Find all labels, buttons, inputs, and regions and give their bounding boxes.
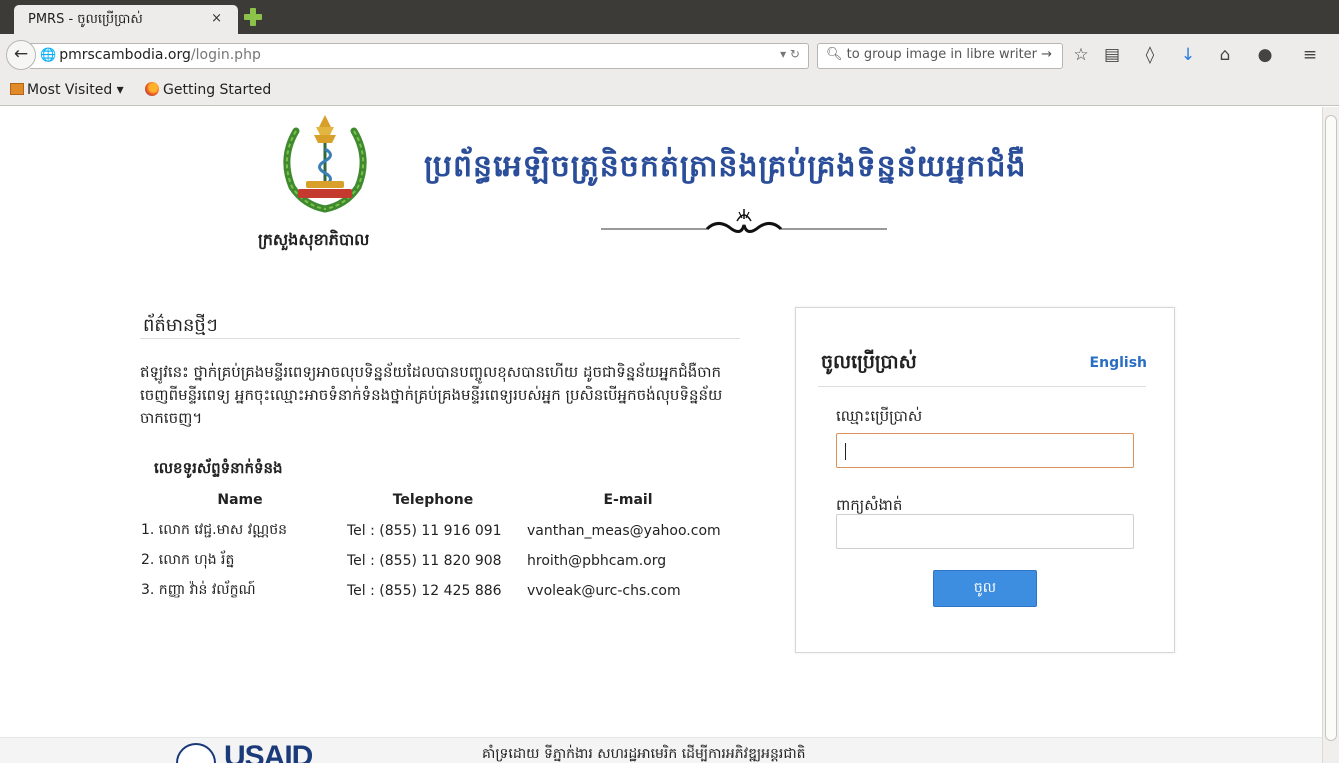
usaid-seal-icon xyxy=(176,743,216,763)
bookmarks-toolbar: Most Visited ▾ Getting Started xyxy=(0,76,1339,106)
folder-icon xyxy=(10,83,24,95)
site-title: ប្រព័ន្ធអេឡិចត្រូនិចកត់ត្រានិងគ្រប់គ្រងទ… xyxy=(424,149,1027,184)
reload-icon[interactable]: ▾ ↻ xyxy=(780,47,800,61)
login-title: ចូលប្រើប្រាស់ xyxy=(821,351,917,373)
login-button[interactable]: ចូល xyxy=(933,570,1037,607)
url-path: /login.php xyxy=(190,47,261,63)
pocket-icon[interactable]: ◊ xyxy=(1139,44,1161,66)
bookmark-label: Most Visited ▾ xyxy=(27,82,124,98)
contact-email: hroith@pbhcam.org xyxy=(527,552,667,569)
tab-strip: PMRS - ចូលប្រើប្រាស់ × xyxy=(0,0,1339,34)
scrollbar-thumb[interactable] xyxy=(1325,115,1337,741)
page-scrollbar[interactable] xyxy=(1322,107,1339,763)
ministry-emblem-icon xyxy=(283,115,367,213)
contacts-table: Name Telephone E-mail 1. លោក វេជ្ជ.មាស វ… xyxy=(137,489,733,606)
contact-email: vvoleak@urc-chs.com xyxy=(527,582,681,599)
news-divider xyxy=(140,338,740,339)
chat-icon[interactable]: ● xyxy=(1254,44,1276,66)
search-icon: 🔍︎ xyxy=(826,47,843,62)
footer: USAID គាំទ្រដោយ ទីភ្នាក់ងារ សហរដ្ឋអាមេរិ… xyxy=(0,737,1322,763)
table-row: 1. លោក វេជ្ជ.មាស វណ្ណថន Tel : (855) 11 9… xyxy=(137,516,733,546)
reading-list-icon[interactable]: ▤ xyxy=(1101,44,1123,66)
contact-heading: លេខទូរស័ព្ទទំនាក់ទំនង xyxy=(154,459,283,477)
table-header-row: Name Telephone E-mail xyxy=(137,489,733,516)
url-bar[interactable]: 🌐 pmrscambodia.org/login.php ▾ ↻ xyxy=(30,43,809,69)
english-language-link[interactable]: English xyxy=(1090,355,1147,371)
column-header-telephone: Telephone xyxy=(392,492,474,508)
contact-phone: Tel : (855) 11 916 091 xyxy=(347,522,502,539)
usaid-logo: USAID xyxy=(224,740,313,763)
menu-icon[interactable]: ≡ xyxy=(1299,44,1321,66)
table-row: 3. កញ្ញា វ៉ាន់ វល័ក្ខណ៍ Tel : (855) 12 4… xyxy=(137,576,733,606)
back-button[interactable]: ← xyxy=(6,40,36,70)
bookmark-getting-started[interactable]: Getting Started xyxy=(145,82,271,98)
tab-title: PMRS - ចូលប្រើប្រាស់ xyxy=(28,12,143,27)
bookmark-label: Getting Started xyxy=(163,82,272,98)
column-header-email: E-mail xyxy=(603,492,653,508)
login-panel: ចូលប្រើប្រាស់ English ឈ្មោះប្រើប្រាស់ ពា… xyxy=(795,307,1175,653)
search-go-icon[interactable]: → xyxy=(1041,47,1052,62)
downloads-icon[interactable]: ↓ xyxy=(1177,44,1199,66)
close-tab-icon[interactable]: × xyxy=(211,11,222,26)
contact-name: 2. លោក ហុង រ័ត្ន xyxy=(141,552,235,568)
contact-phone: Tel : (855) 12 425 886 xyxy=(347,582,502,599)
globe-icon: 🌐 xyxy=(40,48,57,63)
table-row: 2. លោក ហុង រ័ត្ន Tel : (855) 11 820 908 … xyxy=(137,546,733,576)
new-tab-icon[interactable] xyxy=(244,8,262,26)
password-field[interactable] xyxy=(836,514,1134,549)
contact-name: 1. លោក វេជ្ជ.មាស វណ្ណថន xyxy=(141,522,288,538)
news-heading: ព័ត៌មានថ្មីៗ xyxy=(143,315,218,336)
bookmark-star-icon[interactable]: ☆ xyxy=(1070,44,1092,66)
contact-name: 3. កញ្ញា វ៉ាន់ វល័ក្ខណ៍ xyxy=(141,582,256,598)
ornament-divider-icon xyxy=(601,209,887,233)
username-label: ឈ្មោះប្រើប្រាស់ xyxy=(836,407,923,425)
url-host: pmrscambodia.org xyxy=(59,47,191,63)
contact-email: vanthan_meas@yahoo.com xyxy=(527,522,721,539)
news-body: ឥឡូវនេះ ថ្នាក់គ្រប់គ្រងមន្ទីរពេទ្យអាចលុប… xyxy=(140,363,723,427)
contact-phone: Tel : (855) 11 820 908 xyxy=(347,552,502,569)
bookmark-most-visited[interactable]: Most Visited ▾ xyxy=(10,82,124,98)
column-header-name: Name xyxy=(217,492,263,508)
search-bar[interactable]: 🔍︎ to group image in libre writer → xyxy=(817,43,1063,69)
firefox-icon xyxy=(145,82,159,96)
username-field[interactable] xyxy=(836,433,1134,468)
navigation-toolbar: 🌐 pmrscambodia.org/login.php ▾ ↻ ← 🔍︎ to … xyxy=(0,34,1339,76)
footer-text: គាំទ្រដោយ ទីភ្នាក់ងារ សហរដ្ឋអាមេរិក ដើម្… xyxy=(482,746,806,762)
ministry-name: ក្រសួងសុខាភិបាល xyxy=(258,230,370,249)
page-content: ក្រសួងសុខាភិបាល ប្រព័ន្ធអេឡិចត្រូនិចកត់ត… xyxy=(0,107,1322,763)
tab-active[interactable]: PMRS - ចូលប្រើប្រាស់ × xyxy=(14,5,238,34)
home-icon[interactable]: ⌂ xyxy=(1214,44,1236,66)
login-divider xyxy=(818,386,1146,387)
text-caret xyxy=(845,443,846,460)
search-text: to group image in libre writer xyxy=(846,47,1038,62)
